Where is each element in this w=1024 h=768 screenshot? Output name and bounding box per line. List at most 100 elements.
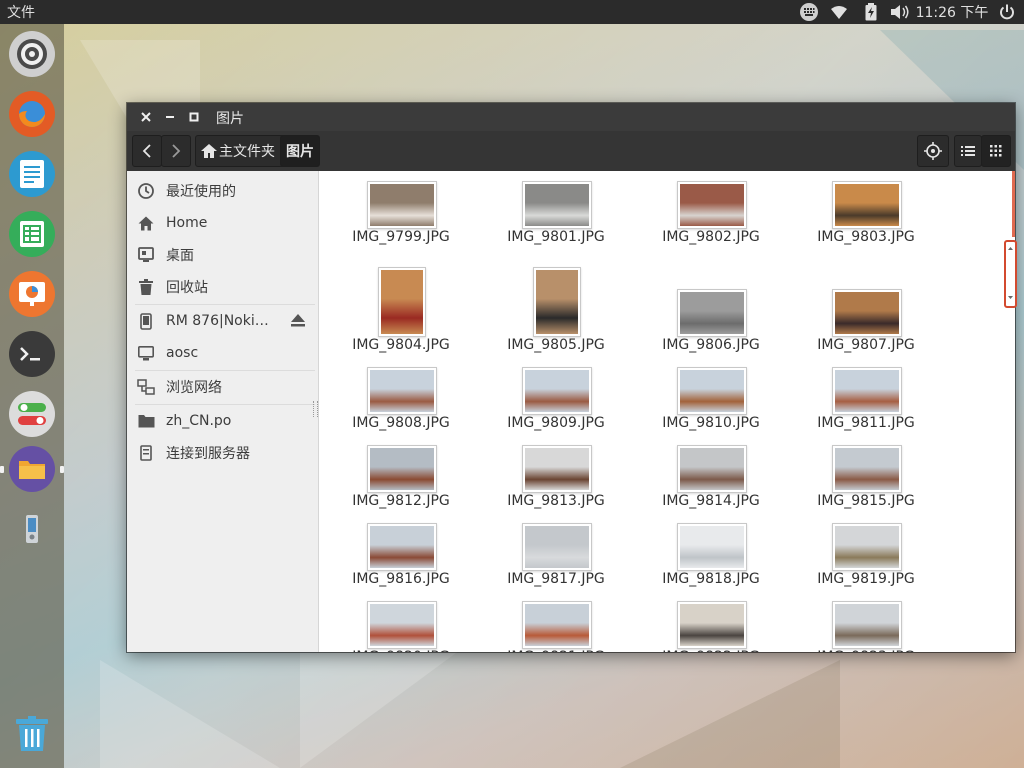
scrollbar[interactable]	[1004, 240, 1017, 308]
top-panel: 文件 11:26 下午	[0, 0, 1024, 24]
close-button[interactable]	[138, 109, 154, 125]
file-name: IMG_9805.JPG	[507, 337, 605, 353]
file-item[interactable]: IMG_9803.JPG	[789, 181, 943, 259]
file-item[interactable]: IMG_9812.JPG	[324, 445, 478, 523]
keyboard-icon[interactable]	[796, 0, 822, 24]
sidebar-resize-handle[interactable]	[313, 401, 318, 417]
file-item[interactable]: IMG_9802.JPG	[634, 181, 788, 259]
trash-icon[interactable]	[9, 710, 55, 756]
running-indicator	[0, 466, 4, 473]
sidebar-item-home[interactable]: Home	[127, 209, 315, 237]
file-thumbnail	[367, 601, 437, 649]
file-thumbnail	[677, 181, 747, 229]
file-thumbnail	[522, 445, 592, 493]
file-name: IMG_9807.JPG	[817, 337, 915, 353]
file-item[interactable]: IMG_9801.JPG	[479, 181, 633, 259]
location-button[interactable]	[917, 135, 949, 167]
file-name: IMG_9816.JPG	[352, 571, 450, 587]
sidebar-item-recent[interactable]: 最近使用的	[127, 177, 315, 205]
app-menu-label[interactable]: 文件	[0, 2, 35, 22]
file-item[interactable]: IMG_9809.JPG	[479, 367, 633, 445]
file-item[interactable]: IMG_9823.JPG	[789, 601, 943, 652]
file-item[interactable]: IMG_9822.JPG	[634, 601, 788, 652]
breadcrumb-home[interactable]: 主文件夹	[195, 135, 285, 167]
clock[interactable]: 11:26 下午	[914, 0, 990, 24]
title-bar[interactable]: 图片	[127, 103, 1015, 131]
wifi-icon[interactable]	[822, 0, 856, 24]
file-item[interactable]: IMG_9804.JPG	[324, 267, 478, 353]
file-item[interactable]: IMG_9815.JPG	[789, 445, 943, 523]
sidebar-item-desktop[interactable]: 桌面	[127, 241, 315, 269]
list-view-icon	[961, 146, 975, 156]
file-item[interactable]: IMG_9817.JPG	[479, 523, 633, 601]
file-item[interactable]: IMG_9808.JPG	[324, 367, 478, 445]
file-item[interactable]: IMG_9813.JPG	[479, 445, 633, 523]
impress-icon[interactable]	[9, 271, 55, 317]
sidebar-item-label: zh_CN.po	[166, 413, 232, 429]
breadcrumb-current[interactable]: 图片	[280, 135, 320, 167]
file-item[interactable]: IMG_9805.JPG	[479, 267, 633, 353]
file-thumbnail	[677, 445, 747, 493]
device-icon[interactable]	[9, 506, 55, 552]
sidebar-item-bookmark[interactable]: zh_CN.po	[127, 407, 315, 435]
power-icon[interactable]	[990, 0, 1024, 24]
settings-toggle-icon[interactable]	[9, 391, 55, 437]
file-thumbnail	[367, 367, 437, 415]
battery-charging-icon[interactable]	[856, 0, 886, 24]
file-name: IMG_9806.JPG	[662, 337, 760, 353]
crosshair-icon	[924, 142, 942, 160]
sidebar-separator	[135, 370, 315, 371]
file-item[interactable]: IMG_9806.JPG	[634, 267, 788, 353]
file-item[interactable]: IMG_9807.JPG	[789, 267, 943, 353]
file-name: IMG_9808.JPG	[352, 415, 450, 431]
file-item[interactable]: IMG_9799.JPG	[324, 181, 478, 259]
file-item[interactable]: IMG_9810.JPG	[634, 367, 788, 445]
file-thumbnail	[677, 601, 747, 649]
minimize-button[interactable]	[162, 109, 178, 125]
file-thumbnail	[832, 181, 902, 229]
file-thumbnail	[832, 601, 902, 649]
file-item[interactable]: IMG_9811.JPG	[789, 367, 943, 445]
file-thumbnail	[677, 289, 747, 337]
file-name: IMG_9809.JPG	[507, 415, 605, 431]
maximize-button[interactable]	[186, 109, 202, 125]
file-item[interactable]: IMG_9814.JPG	[634, 445, 788, 523]
firefox-icon[interactable]	[9, 91, 55, 137]
computer-icon	[137, 344, 155, 362]
network-icon	[137, 378, 155, 396]
file-item[interactable]: IMG_9820.JPG	[324, 601, 478, 652]
file-thumbnail	[677, 523, 747, 571]
file-thumbnail	[533, 267, 581, 337]
file-name: IMG_9810.JPG	[662, 415, 760, 431]
terminal-icon[interactable]	[9, 331, 55, 377]
file-item[interactable]: IMG_9821.JPG	[479, 601, 633, 652]
sidebar-item-label: 最近使用的	[166, 184, 236, 200]
sidebar-item-computer[interactable]: aosc	[127, 339, 315, 367]
sidebar-item-label: aosc	[166, 345, 199, 361]
files-icon[interactable]	[9, 446, 55, 492]
back-button[interactable]	[132, 135, 162, 167]
phone-icon	[137, 312, 155, 330]
sidebar-item-network[interactable]: 浏览网络	[127, 373, 315, 401]
sidebar-item-trash[interactable]: 回收站	[127, 273, 315, 301]
file-thumbnail	[367, 181, 437, 229]
sidebar-item-phone[interactable]: RM 876|Noki…	[127, 307, 315, 335]
file-thumbnail	[378, 267, 426, 337]
eject-icon[interactable]	[291, 314, 305, 331]
calc-icon[interactable]	[9, 211, 55, 257]
volume-icon[interactable]	[886, 0, 914, 24]
desktop-icon	[137, 246, 155, 264]
file-thumbnail	[832, 445, 902, 493]
forward-button[interactable]	[161, 135, 191, 167]
list-view-button[interactable]	[954, 135, 982, 167]
file-thumbnail	[522, 367, 592, 415]
sidebar-item-connect-server[interactable]: 连接到服务器	[127, 439, 315, 467]
file-thumbnail	[832, 523, 902, 571]
file-name: IMG_9817.JPG	[507, 571, 605, 587]
file-item[interactable]: IMG_9818.JPG	[634, 523, 788, 601]
writer-icon[interactable]	[9, 151, 55, 197]
grid-view-button[interactable]	[981, 135, 1011, 167]
system-settings-icon[interactable]	[9, 31, 55, 77]
file-item[interactable]: IMG_9816.JPG	[324, 523, 478, 601]
file-item[interactable]: IMG_9819.JPG	[789, 523, 943, 601]
